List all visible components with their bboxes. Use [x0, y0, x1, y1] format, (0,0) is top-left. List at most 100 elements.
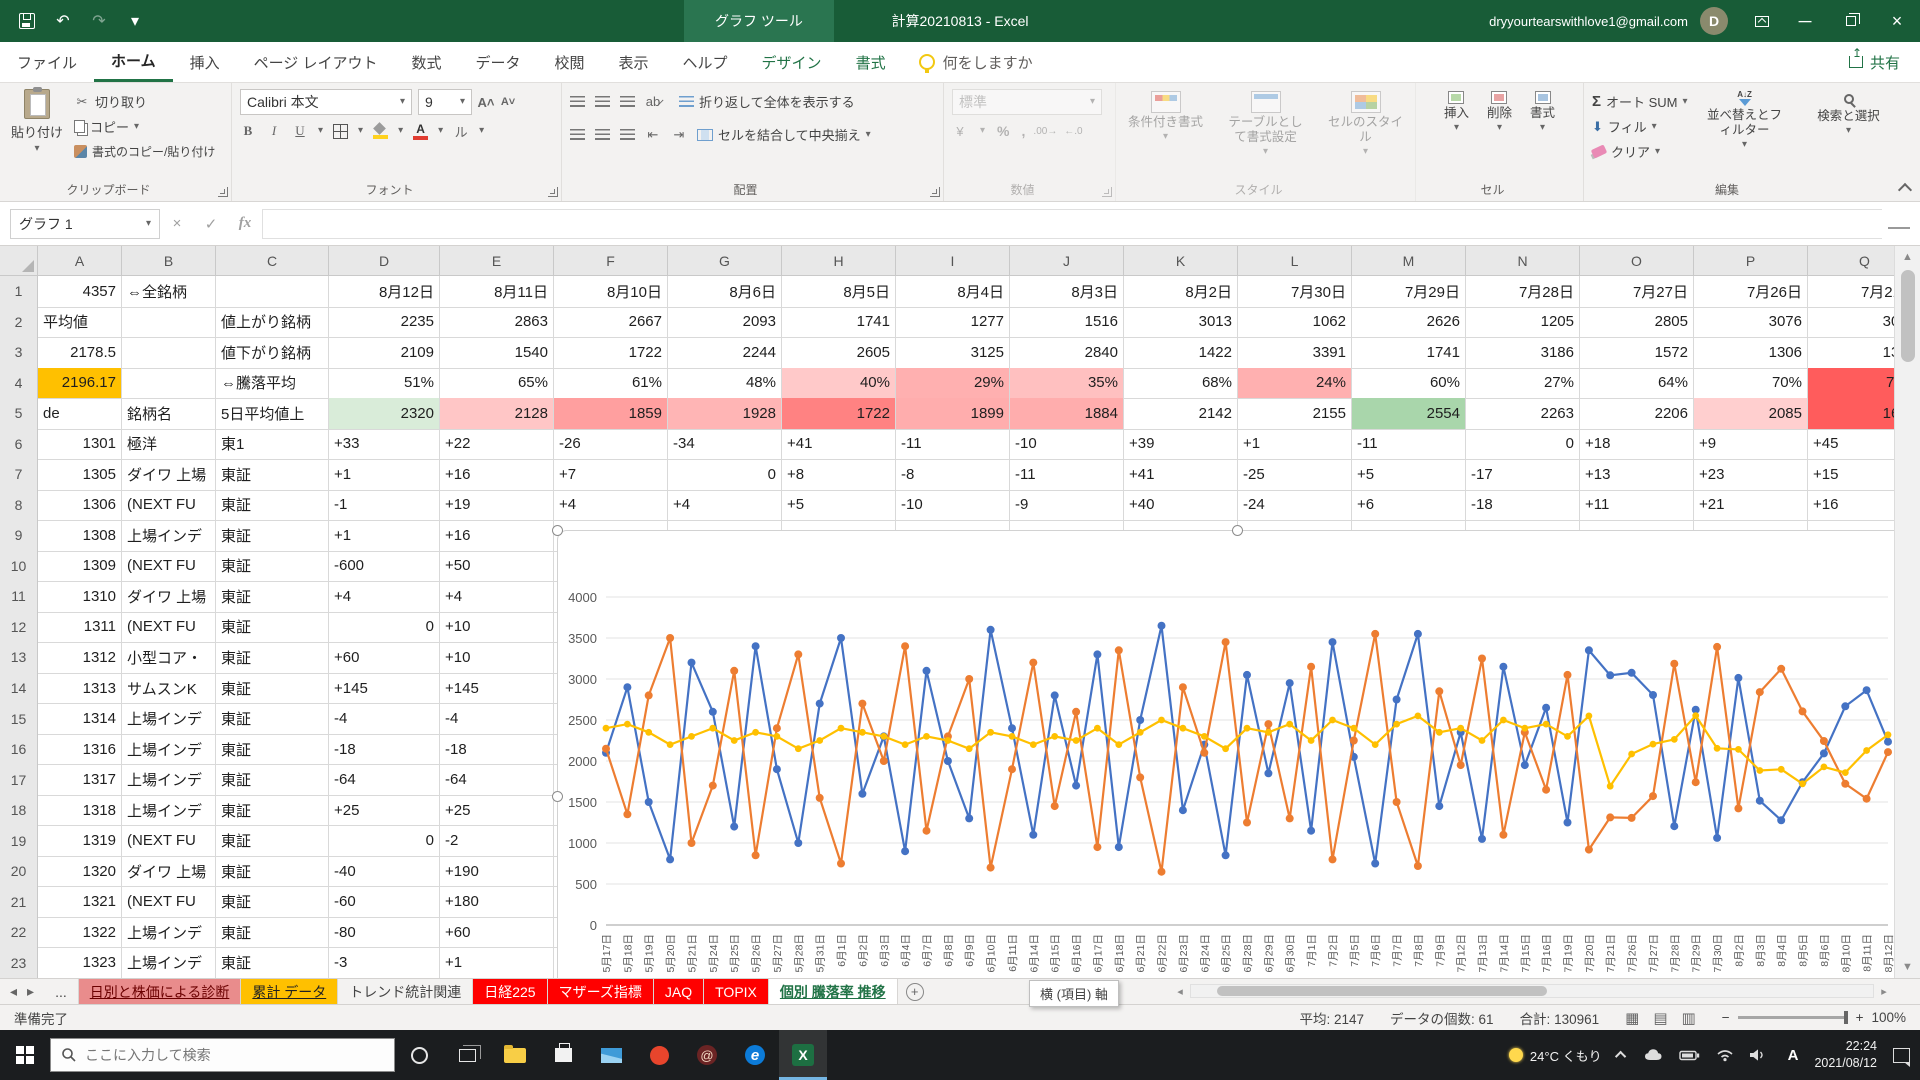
cancel-entry-icon[interactable]: ×	[160, 215, 194, 232]
cell-C19[interactable]: 東証	[216, 825, 329, 857]
ribbon-tab-8[interactable]: ヘルプ	[666, 42, 745, 82]
cell-E8[interactable]: +19	[440, 490, 554, 522]
cell-D19[interactable]: 0	[329, 825, 440, 857]
cut-button[interactable]: ✂切り取り	[74, 89, 215, 114]
cell-P3[interactable]: 1306	[1694, 337, 1808, 369]
cell-E12[interactable]: +10	[440, 612, 554, 644]
action-center-icon[interactable]	[1893, 1048, 1910, 1063]
excel-taskbar-button[interactable]: X	[779, 1030, 827, 1080]
column-header-I[interactable]: I	[896, 246, 1010, 276]
underline-button[interactable]: U	[292, 123, 308, 139]
column-header-M[interactable]: M	[1352, 246, 1466, 276]
cell-E9[interactable]: +16	[440, 520, 554, 552]
normal-view-icon[interactable]: ▦	[1625, 1009, 1639, 1027]
task-view-button[interactable]	[443, 1030, 491, 1080]
cell-E11[interactable]: +4	[440, 581, 554, 613]
account-email[interactable]: dryyourtearswithlove1@gmail.com	[1489, 14, 1688, 29]
cell-B15[interactable]: 上場インデ	[122, 703, 216, 735]
weather-widget[interactable]: 24°C くもり	[1509, 1046, 1602, 1065]
row-header-4[interactable]: 4	[0, 368, 38, 400]
cell-F6[interactable]: -26	[554, 429, 668, 461]
cell-O6[interactable]: +18	[1580, 429, 1694, 461]
cell-D22[interactable]: -80	[329, 917, 440, 949]
cell-D2[interactable]: 2235	[329, 307, 440, 339]
cell-B18[interactable]: 上場インデ	[122, 795, 216, 827]
cell-E6[interactable]: +22	[440, 429, 554, 461]
ribbon-tab-4[interactable]: 数式	[394, 42, 458, 82]
format-cells-button[interactable]: 書式▾	[1526, 89, 1559, 135]
cell-E3[interactable]: 1540	[440, 337, 554, 369]
middle-align-icon[interactable]	[595, 96, 610, 108]
cell-J5[interactable]: 1884	[1010, 398, 1124, 430]
taskbar-clock[interactable]: 22:24 2021/08/12	[1814, 1038, 1877, 1072]
cell-I6[interactable]: -11	[896, 429, 1010, 461]
column-header-L[interactable]: L	[1238, 246, 1352, 276]
cell-I7[interactable]: -8	[896, 459, 1010, 491]
cell-D10[interactable]: -600	[329, 551, 440, 583]
cell-D8[interactable]: -1	[329, 490, 440, 522]
cell-A1[interactable]: 4357	[38, 276, 122, 308]
cell-P5[interactable]: 2085	[1694, 398, 1808, 430]
cell-C17[interactable]: 東証	[216, 764, 329, 796]
cell-N4[interactable]: 27%	[1466, 368, 1580, 400]
cell-P7[interactable]: +23	[1694, 459, 1808, 491]
font-size-combo[interactable]: 9▾	[418, 89, 472, 115]
cell-A23[interactable]: 1323	[38, 947, 122, 978]
cell-N8[interactable]: -18	[1466, 490, 1580, 522]
fill-color-icon[interactable]	[373, 124, 388, 139]
cell-A15[interactable]: 1314	[38, 703, 122, 735]
top-align-icon[interactable]	[570, 96, 585, 108]
cell-A14[interactable]: 1313	[38, 673, 122, 705]
cell-Q2[interactable]: 3045	[1808, 307, 1894, 339]
row-header-7[interactable]: 7	[0, 459, 38, 491]
cell-styles-button[interactable]: セルのスタイル▾	[1319, 89, 1413, 159]
cell-D6[interactable]: +33	[329, 429, 440, 461]
insert-function-icon[interactable]: fx	[228, 215, 262, 232]
delete-cells-button[interactable]: 削除▾	[1483, 89, 1516, 135]
formula-input[interactable]	[262, 209, 1882, 239]
cell-B20[interactable]: ダイワ 上場	[122, 856, 216, 888]
cell-A19[interactable]: 1319	[38, 825, 122, 857]
cell-D16[interactable]: -18	[329, 734, 440, 766]
cell-A22[interactable]: 1322	[38, 917, 122, 949]
cell-D12[interactable]: 0	[329, 612, 440, 644]
tab-scroll-left-icon[interactable]: ◂	[10, 983, 17, 1000]
cell-A8[interactable]: 1306	[38, 490, 122, 522]
tray-icons[interactable]	[1642, 1045, 1772, 1065]
cell-M8[interactable]: +6	[1352, 490, 1466, 522]
cell-H2[interactable]: 1741	[782, 307, 896, 339]
store-button[interactable]	[539, 1030, 587, 1080]
cell-C15[interactable]: 東証	[216, 703, 329, 735]
cell-P8[interactable]: +21	[1694, 490, 1808, 522]
cell-E7[interactable]: +16	[440, 459, 554, 491]
cell-C7[interactable]: 東証	[216, 459, 329, 491]
name-box[interactable]: グラフ 1▾	[10, 209, 160, 239]
cell-G7[interactable]: 0	[668, 459, 782, 491]
cell-L7[interactable]: -25	[1238, 459, 1352, 491]
scroll-up-icon[interactable]: ▲	[1895, 246, 1920, 268]
comma-style-icon[interactable]: ,	[1021, 123, 1025, 139]
cell-D18[interactable]: +25	[329, 795, 440, 827]
row-header-3[interactable]: 3	[0, 337, 38, 369]
orientation-icon[interactable]: ab̷	[645, 94, 661, 110]
cell-A21[interactable]: 1321	[38, 886, 122, 918]
font-color-icon[interactable]: A	[413, 123, 428, 140]
increase-decimal-icon[interactable]: .00→	[1037, 123, 1053, 139]
cell-M7[interactable]: +5	[1352, 459, 1466, 491]
cell-E4[interactable]: 65%	[440, 368, 554, 400]
cell-A3[interactable]: 2178.5	[38, 337, 122, 369]
cell-D20[interactable]: -40	[329, 856, 440, 888]
cell-G8[interactable]: +4	[668, 490, 782, 522]
cell-D15[interactable]: -4	[329, 703, 440, 735]
chart-handle-mid-left[interactable]	[552, 791, 563, 802]
cell-P6[interactable]: +9	[1694, 429, 1808, 461]
cell-C3[interactable]: 値下がり銘柄	[216, 337, 329, 369]
cell-P1[interactable]: 7月26日	[1694, 276, 1808, 308]
cell-B3[interactable]	[122, 337, 216, 369]
cell-C5[interactable]: 5日平均値上	[216, 398, 329, 430]
cell-P2[interactable]: 3076	[1694, 307, 1808, 339]
cell-M3[interactable]: 1741	[1352, 337, 1466, 369]
cell-G2[interactable]: 2093	[668, 307, 782, 339]
cell-A2[interactable]: 平均値	[38, 307, 122, 339]
cell-G4[interactable]: 48%	[668, 368, 782, 400]
